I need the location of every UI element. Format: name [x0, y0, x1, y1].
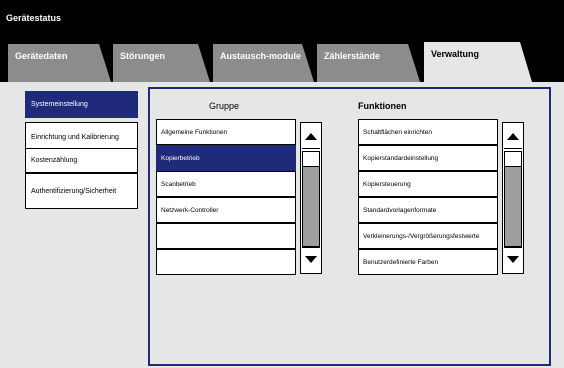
- function-item-kopiersteuerung[interactable]: Kopiersteuerung: [358, 171, 498, 197]
- function-item-schaltflaechen[interactable]: Schaltflächen einrichten: [358, 119, 498, 145]
- group-item-netzwerk-controller[interactable]: Netzwerk-Controller: [156, 197, 296, 223]
- function-item-standardvorlagen[interactable]: Standardvorlagenformate: [358, 197, 498, 223]
- arrow-down-icon: [305, 256, 317, 263]
- tab-verwaltung[interactable]: Verwaltung: [424, 42, 532, 82]
- tab-stoerungen[interactable]: Störungen: [113, 44, 210, 82]
- arrow-down-icon: [507, 256, 519, 263]
- title-bar: Gerätestatus: [0, 0, 564, 42]
- tab-austausch-module[interactable]: Austausch-module: [213, 44, 314, 82]
- group-item-allgemeine-funktionen[interactable]: Allgemeine Funktionen: [156, 119, 296, 145]
- functions-scroll-thumb[interactable]: [504, 151, 522, 167]
- main-content: Systemeinstellung Einrichtung und Kalibr…: [0, 82, 564, 368]
- function-item-farben[interactable]: Benutzerdefinierte Farben: [358, 249, 498, 275]
- group-scroll-up-button[interactable]: [302, 125, 320, 149]
- group-item-empty-1[interactable]: [156, 223, 296, 249]
- functions-scroll-up-button[interactable]: [504, 125, 522, 149]
- group-item-scanbetrieb[interactable]: Scanbetrieb: [156, 171, 296, 197]
- group-header: Gruppe: [209, 101, 240, 111]
- function-item-verkleinerung[interactable]: Verkleinerungs-/Vergrößerungsfestwerte: [358, 223, 498, 249]
- functions-scroll-down-button[interactable]: [504, 247, 522, 271]
- group-item-kopierbetrieb[interactable]: Kopierbetrieb: [156, 145, 296, 171]
- arrow-up-icon: [305, 133, 317, 140]
- group-item-empty-2[interactable]: [156, 249, 296, 275]
- functions-header: Funktionen: [358, 101, 407, 111]
- sidebar-item-systemeinstellung[interactable]: Systemeinstellung: [25, 91, 138, 118]
- sidebar-item-authentifizierung[interactable]: Authentifizierung/Sicherheit: [25, 173, 138, 209]
- window-title: Gerätestatus: [6, 13, 62, 23]
- group-scroll-down-button[interactable]: [302, 247, 320, 271]
- function-item-kopierstandard[interactable]: Kopierstandardeinstellung: [358, 145, 498, 171]
- functions-scrollbar[interactable]: [502, 122, 524, 274]
- tab-bar: Gerätedaten Störungen Austausch-module Z…: [0, 40, 564, 82]
- group-scrollbar[interactable]: [300, 122, 322, 274]
- tab-geraetedaten[interactable]: Gerätedaten: [8, 44, 111, 82]
- settings-panel: Gruppe Funktionen Allgemeine Funktionen …: [148, 87, 551, 366]
- tab-zaehlerstaende[interactable]: Zählerstände: [317, 44, 420, 82]
- group-scroll-thumb[interactable]: [302, 151, 320, 167]
- arrow-up-icon: [507, 133, 519, 140]
- sidebar-item-kostenzaehlung[interactable]: Kostenzählung: [25, 148, 138, 173]
